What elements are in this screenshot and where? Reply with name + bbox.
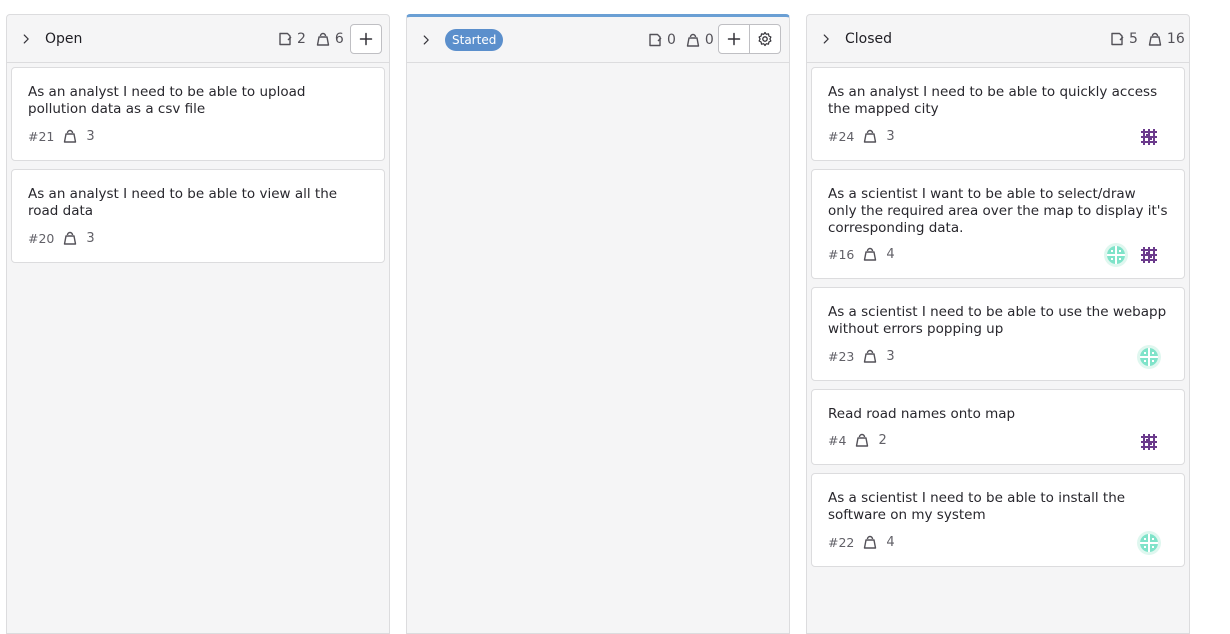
weight-total: 6 <box>334 31 344 47</box>
issue-weight: 4 <box>886 246 895 262</box>
issue-card[interactable]: Read road names onto map #4 2 <box>811 389 1185 465</box>
card-title[interactable]: As a scientist I need to be able to inst… <box>828 490 1168 524</box>
issue-ref: #22 <box>828 534 855 550</box>
issues-icon <box>277 31 293 47</box>
plus-icon <box>358 31 374 47</box>
issue-count: 5 <box>1129 31 1138 47</box>
issue-ref: #16 <box>828 246 855 262</box>
card-title[interactable]: As a scientist I want to be able to sele… <box>828 186 1168 237</box>
card-title[interactable]: As an analyst I need to be able to uploa… <box>28 84 368 118</box>
issues-icon <box>647 32 663 48</box>
card-title[interactable]: Read road names onto map <box>828 406 1168 423</box>
new-issue-button[interactable] <box>350 24 382 54</box>
list-counts: 2 6 <box>277 15 353 63</box>
chevron-right-icon[interactable] <box>419 33 433 47</box>
assignee-avatar[interactable] <box>1137 243 1161 267</box>
issue-ref: #24 <box>828 128 855 144</box>
weight-icon <box>62 230 78 246</box>
list-title: Closed <box>845 30 893 47</box>
weight-icon <box>862 348 878 364</box>
assignee-avatar[interactable] <box>1137 430 1161 454</box>
list-label-pill[interactable]: Started <box>445 28 504 51</box>
weight-icon <box>862 246 878 262</box>
new-issue-button[interactable] <box>718 24 750 54</box>
issue-weight: 4 <box>886 534 895 550</box>
issue-weight: 3 <box>886 128 895 144</box>
weight-icon <box>862 128 878 144</box>
list-settings-button[interactable] <box>749 24 781 54</box>
card-meta: #23 3 <box>828 348 895 364</box>
issue-weight: 3 <box>886 348 895 364</box>
assignee-avatar[interactable] <box>1137 345 1161 369</box>
list-counts: 5 16 <box>1109 15 1185 63</box>
plus-icon <box>726 31 742 47</box>
card-meta: #4 2 <box>828 432 887 448</box>
issue-weight: 3 <box>86 128 95 144</box>
board-list-open: Open 2 6 As an analyst I need to be able… <box>6 14 390 634</box>
weight-icon <box>1147 31 1163 47</box>
board-list-closed: Closed 5 16 As an analyst I need to be a… <box>806 14 1190 634</box>
issue-board: Open 2 6 As an analyst I need to be able… <box>0 0 1230 634</box>
issue-ref: #4 <box>828 432 847 448</box>
board-list-started: Started 0 0 <box>406 14 790 634</box>
chevron-right-icon[interactable] <box>819 32 833 46</box>
assignee-avatar[interactable] <box>1104 243 1128 267</box>
card-title[interactable]: As an analyst I need to be able to quick… <box>828 84 1168 118</box>
weight-total: 16 <box>1166 31 1185 47</box>
issue-weight: 3 <box>86 230 95 246</box>
card-title[interactable]: As a scientist I need to be able to use … <box>828 304 1168 338</box>
weight-icon <box>862 534 878 550</box>
issue-card[interactable]: As a scientist I need to be able to inst… <box>811 473 1185 567</box>
gear-icon <box>757 31 773 47</box>
issue-card[interactable]: As a scientist I want to be able to sele… <box>811 169 1185 279</box>
issue-card[interactable]: As a scientist I need to be able to use … <box>811 287 1185 381</box>
weight-icon <box>685 32 701 48</box>
issue-ref: #23 <box>828 348 855 364</box>
issue-weight: 2 <box>878 432 887 448</box>
card-meta: #20 3 <box>28 230 95 246</box>
card-meta: #24 3 <box>828 128 895 144</box>
card-meta: #16 4 <box>828 246 895 262</box>
weight-total: 0 <box>704 32 714 48</box>
list-counts: 0 0 <box>647 17 723 63</box>
weight-icon <box>854 432 870 448</box>
list-title: Open <box>45 30 83 47</box>
issue-ref: #20 <box>28 230 55 246</box>
weight-icon <box>62 128 78 144</box>
chevron-right-icon[interactable] <box>19 32 33 46</box>
card-meta: #21 3 <box>28 128 95 144</box>
card-meta: #22 4 <box>828 534 895 550</box>
issue-ref: #21 <box>28 128 55 144</box>
issue-card[interactable]: As an analyst I need to be able to view … <box>11 169 385 263</box>
weight-icon <box>315 31 331 47</box>
assignee-avatar[interactable] <box>1137 531 1161 555</box>
issue-card[interactable]: As an analyst I need to be able to uploa… <box>11 67 385 161</box>
issues-icon <box>1109 31 1125 47</box>
issue-count: 0 <box>667 32 676 48</box>
assignee-avatar[interactable] <box>1137 125 1161 149</box>
card-title[interactable]: As an analyst I need to be able to view … <box>28 186 368 220</box>
issue-count: 2 <box>297 31 306 47</box>
issue-card[interactable]: As an analyst I need to be able to quick… <box>811 67 1185 161</box>
